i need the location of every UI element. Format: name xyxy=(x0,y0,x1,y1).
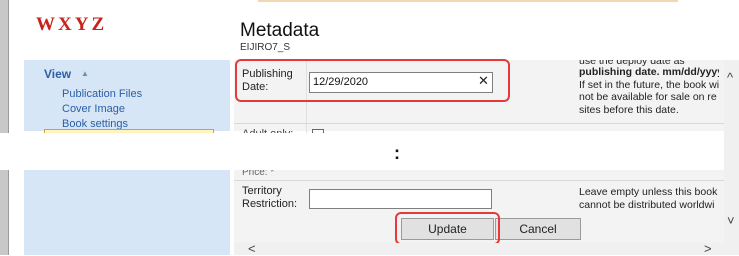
scroll-right-icon[interactable]: > xyxy=(704,241,712,256)
territory-help: Leave empty unless this book cannot be d… xyxy=(579,186,718,211)
sidebar-link-publication-files[interactable]: Publication Files xyxy=(62,88,142,100)
publishing-date-help: use the deploy date as publishing date. … xyxy=(579,60,719,116)
row-divider-2 xyxy=(234,180,724,181)
top-accent-line xyxy=(258,0,678,2)
row-divider xyxy=(234,123,724,124)
collapse-up-icon[interactable]: ▲ xyxy=(81,69,89,78)
page-subtitle: EIJIRO7_S xyxy=(240,42,291,53)
highlight-box-date xyxy=(235,59,510,102)
brand-logo: WXYZ xyxy=(36,14,108,35)
scroll-up-icon[interactable]: ^ xyxy=(727,70,733,85)
sidebar-link-cover-image[interactable]: Cover Image xyxy=(62,103,125,115)
highlight-box-update xyxy=(395,212,500,245)
window-left-border-line xyxy=(8,0,9,255)
scroll-left-icon[interactable]: < xyxy=(248,241,256,256)
price-label: Price: * xyxy=(242,170,275,178)
sidebar-lower xyxy=(24,170,230,255)
omitted-section xyxy=(0,133,739,170)
horizontal-scrollbar[interactable] xyxy=(234,243,724,255)
territory-restriction-label: Territory Restriction: xyxy=(242,185,298,210)
window-left-border xyxy=(0,0,8,255)
sidebar-view-toggle[interactable]: View xyxy=(44,67,71,81)
territory-restriction-input[interactable] xyxy=(309,189,492,209)
cancel-button[interactable]: Cancel xyxy=(495,218,581,240)
scroll-down-icon[interactable]: ˅ xyxy=(727,213,735,228)
page-title: Metadata xyxy=(240,20,320,41)
omission-marker: : xyxy=(394,143,400,163)
